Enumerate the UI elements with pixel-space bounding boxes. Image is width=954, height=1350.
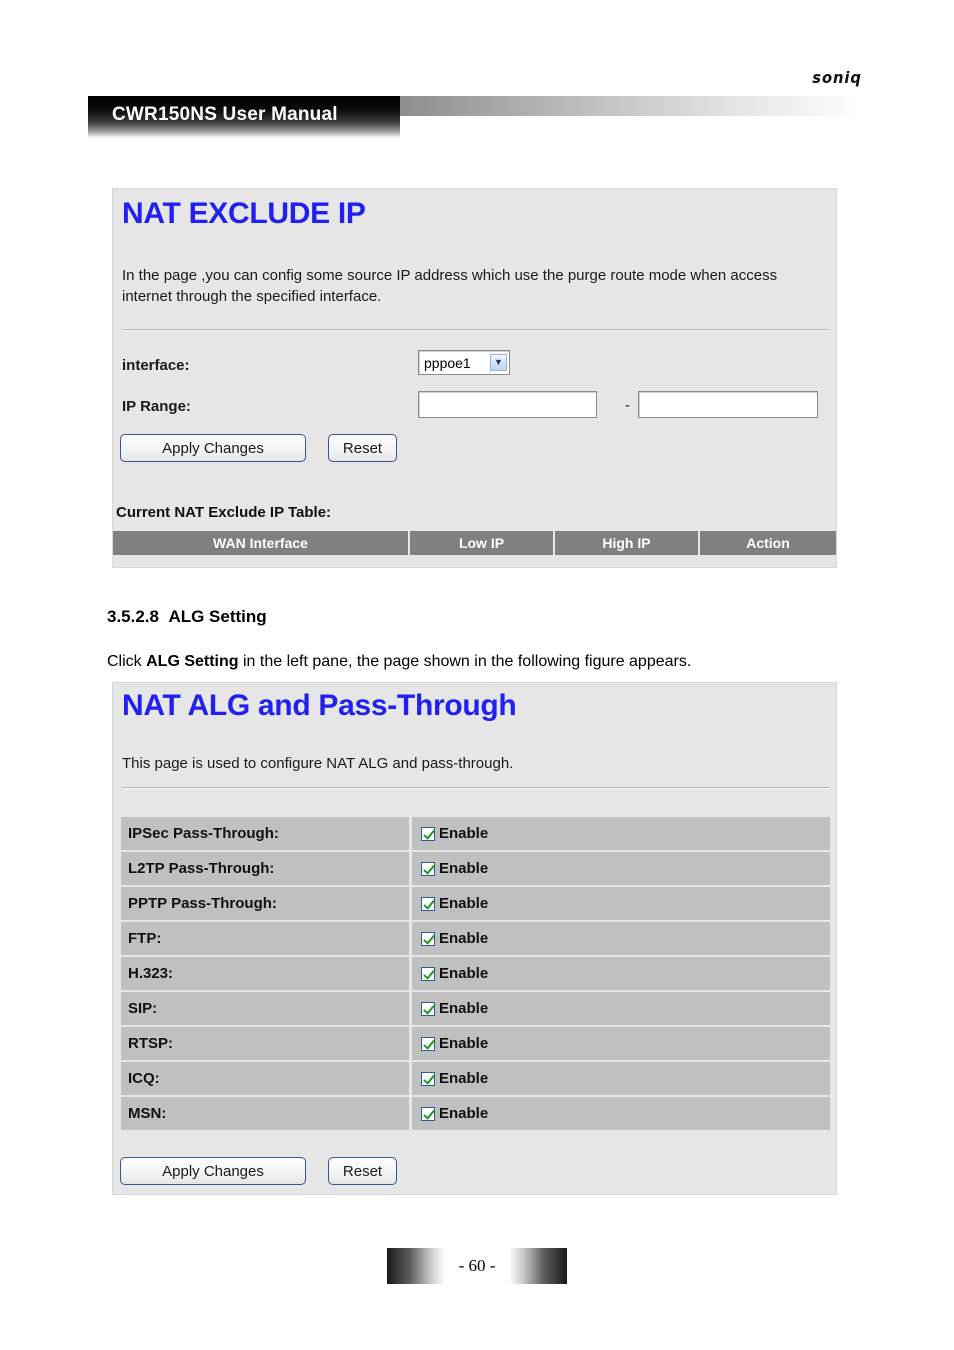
divider [122,329,829,331]
alg-row-value: Enable [412,992,830,1025]
manual-title: CWR150NS User Manual [112,104,338,125]
alg-row-label: PPTP Pass-Through: [121,887,412,920]
divider [122,787,829,789]
para-text-after: in the left pane, the page shown in the … [238,653,692,670]
alg-row-value: Enable [412,1097,830,1130]
alg-settings-table: IPSec Pass-Through: Enable L2TP Pass-Throu… [121,817,830,1132]
enable-checkbox-label: Enable [439,965,489,982]
alg-table-row: L2TP Pass-Through: Enable [121,852,830,887]
alg-row-label: ICQ: [121,1062,412,1095]
enable-checkbox[interactable] [421,966,435,981]
table-header-high-ip: High IP [555,531,700,555]
apply-changes-button[interactable]: Apply Changes [120,1157,306,1185]
ip-range-label: IP Range: [122,398,191,415]
ip-range-row: IP Range: [122,398,191,416]
alg-table-row: RTSP: Enable [121,1027,830,1062]
nat-alg-pass-through-panel: NAT ALG and Pass-Through This page is us… [112,682,837,1195]
document-header: soniq CWR150NS User Manual [0,0,954,140]
enable-checkbox-label: Enable [439,860,489,877]
panel-description-nat-exclude: In the page ,you can config some source … [122,267,778,305]
section-heading: 3.5.2.8 ALG Setting [107,607,267,627]
footer-center: - 60 - [387,1248,567,1284]
nat-exclude-ip-panel: NAT EXCLUDE IP In the page ,you can conf… [112,188,837,568]
alg-table-row: FTP: Enable [121,922,830,957]
panel-title-nat-alg: NAT ALG and Pass-Through [122,689,517,722]
enable-checkbox-label: Enable [439,930,489,947]
alg-row-label: SIP: [121,992,412,1025]
alg-row-value: Enable [412,817,830,850]
alg-row-value: Enable [412,1062,830,1095]
section-title: ALG Setting [168,607,267,626]
enable-checkbox-label: Enable [439,895,489,912]
soniq-logo: soniq [812,68,862,87]
enable-checkbox-label: Enable [439,825,489,842]
enable-checkbox[interactable] [421,1001,435,1016]
interface-select[interactable]: pppoe1 ▼ [418,350,510,375]
enable-checkbox[interactable] [421,931,435,946]
interface-label: interface: [122,357,190,374]
page-footer: - 60 - [0,1248,954,1284]
para-text-bold: ALG Setting [146,653,239,670]
enable-checkbox[interactable] [421,861,435,876]
alg-row-value: Enable [412,922,830,955]
enable-checkbox-label: Enable [439,1105,489,1122]
para-text-before: Click [107,653,147,670]
table-header-low-ip: Low IP [410,531,555,555]
panel-title-nat-exclude: NAT EXCLUDE IP [122,197,366,230]
reset-button[interactable]: Reset [328,434,397,462]
header-banner-gradient [398,96,863,116]
enable-checkbox-label: Enable [439,1000,489,1017]
alg-row-label: IPSec Pass-Through: [121,817,412,850]
ip-range-from-input[interactable] [418,391,597,418]
alg-table-row: ICQ: Enable [121,1062,830,1097]
enable-checkbox[interactable] [421,1106,435,1121]
alg-row-label: H.323: [121,957,412,990]
apply-changes-button[interactable]: Apply Changes [120,434,306,462]
interface-select-value: pppoe1 [424,354,471,371]
reset-button[interactable]: Reset [328,1157,397,1185]
alg-row-value: Enable [412,957,830,990]
alg-row-value: Enable [412,887,830,920]
nat-exclude-table-caption: Current NAT Exclude IP Table: [116,504,332,521]
header-banner-dark: CWR150NS User Manual [88,96,400,138]
header-banner: CWR150NS User Manual [88,96,863,138]
chevron-down-icon[interactable]: ▼ [490,354,507,371]
alg-row-value: Enable [412,852,830,885]
alg-table-row: IPSec Pass-Through: Enable [121,817,830,852]
alg-row-value: Enable [412,1027,830,1060]
enable-checkbox-label: Enable [439,1070,489,1087]
alg-row-label: FTP: [121,922,412,955]
nat-exclude-ip-table: WAN Interface Low IP High IP Action [113,531,836,555]
enable-checkbox[interactable] [421,1036,435,1051]
ip-range-separator: - [625,397,630,414]
enable-checkbox-label: Enable [439,1035,489,1052]
alg-row-label: L2TP Pass-Through: [121,852,412,885]
table-header-action: Action [700,531,836,555]
section-paragraph: Click ALG Setting in the left pane, the … [107,651,877,673]
section-number: 3.5.2.8 [107,607,159,626]
page-number: - 60 - [458,1256,496,1275]
alg-row-label: RTSP: [121,1027,412,1060]
enable-checkbox[interactable] [421,826,435,841]
panel-description-nat-alg: This page is used to configure NAT ALG a… [122,755,514,772]
ip-range-to-input[interactable] [638,391,818,418]
alg-table-row: H.323: Enable [121,957,830,992]
table-header-wan-interface: WAN Interface [113,531,410,555]
enable-checkbox[interactable] [421,896,435,911]
alg-table-row: PPTP Pass-Through: Enable [121,887,830,922]
interface-row: interface: [122,357,190,375]
alg-table-row: MSN: Enable [121,1097,830,1132]
enable-checkbox[interactable] [421,1071,435,1086]
alg-table-row: SIP: Enable [121,992,830,1027]
alg-row-label: MSN: [121,1097,412,1130]
